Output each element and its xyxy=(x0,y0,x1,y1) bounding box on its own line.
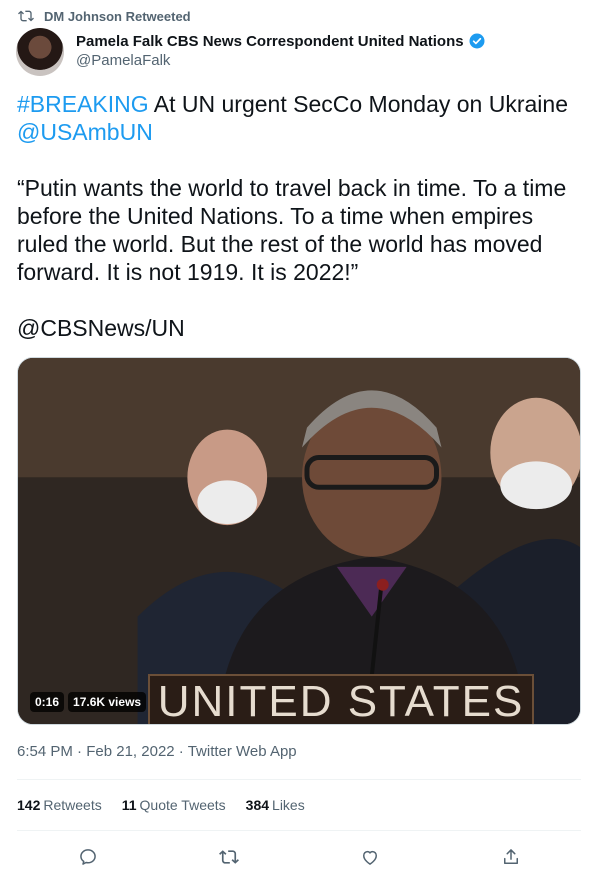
retweets-count: 142 xyxy=(17,797,41,813)
tweet-time[interactable]: 6:54 PM xyxy=(17,743,73,760)
meta-separator: · xyxy=(77,743,83,760)
retweet-button[interactable] xyxy=(215,843,243,871)
retweet-icon xyxy=(18,10,34,22)
reply-button[interactable] xyxy=(74,843,102,871)
likes-label: Likes xyxy=(272,797,305,813)
tweet-line: At UN urgent SecCo Monday on Ukraine xyxy=(148,91,568,117)
retweet-header[interactable]: DM Johnson Retweeted xyxy=(18,8,191,24)
avatar[interactable] xyxy=(16,28,64,76)
video-player[interactable]: UNITED STATES 0:16 17.6K views xyxy=(17,357,581,725)
video-frame xyxy=(18,358,580,724)
likes-stat[interactable]: 384 Likes xyxy=(246,797,305,813)
video-badges: 0:16 17.6K views xyxy=(30,692,147,712)
tweet-meta: 6:54 PM · Feb 21, 2022 · Twitter Web App xyxy=(17,743,297,760)
share-icon xyxy=(504,849,518,864)
video-duration: 0:16 xyxy=(30,692,65,712)
retweets-label: Retweets xyxy=(43,797,102,813)
author-handle[interactable]: @PamelaFalk xyxy=(76,52,486,69)
retweet-icon xyxy=(219,850,239,864)
hashtag-link[interactable]: #BREAKING xyxy=(17,91,149,117)
tweet-source[interactable]: Twitter Web App xyxy=(188,743,297,760)
nameplate: UNITED STATES xyxy=(148,674,534,725)
tweet-quote: “Putin wants the world to travel back in… xyxy=(17,175,567,285)
quotes-count: 11 xyxy=(121,797,137,813)
author-name[interactable]: Pamela Falk CBS News Correspondent Unite… xyxy=(76,33,464,50)
like-icon xyxy=(363,850,377,865)
share-button[interactable] xyxy=(497,843,525,871)
meta-separator: · xyxy=(178,743,184,760)
tweet-footer-mention: @CBSNews/UN xyxy=(17,315,185,341)
tweet-date[interactable]: Feb 21, 2022 xyxy=(86,743,174,760)
quotes-label: Quote Tweets xyxy=(139,797,226,813)
tweet-stats: 142 Retweets 11 Quote Tweets 384 Likes xyxy=(17,797,305,813)
divider xyxy=(17,779,581,780)
divider xyxy=(17,830,581,831)
likes-count: 384 xyxy=(245,797,270,813)
video-views: 17.6K views xyxy=(68,692,147,712)
quotes-stat[interactable]: 11 Quote Tweets xyxy=(122,797,226,813)
like-button[interactable] xyxy=(356,843,384,871)
tweet-actions xyxy=(0,843,598,871)
tweet-author: Pamela Falk CBS News Correspondent Unite… xyxy=(16,28,486,76)
nameplate-text: UNITED STATES xyxy=(157,677,525,725)
retweets-stat[interactable]: 142 Retweets xyxy=(17,797,102,813)
verified-badge-icon xyxy=(469,33,485,49)
retweet-header-label: DM Johnson Retweeted xyxy=(44,8,191,24)
reply-icon xyxy=(80,849,96,865)
mention-link[interactable]: @USAmbUN xyxy=(17,119,153,145)
tweet-text: #BREAKING At UN urgent SecCo Monday on U… xyxy=(17,90,577,342)
